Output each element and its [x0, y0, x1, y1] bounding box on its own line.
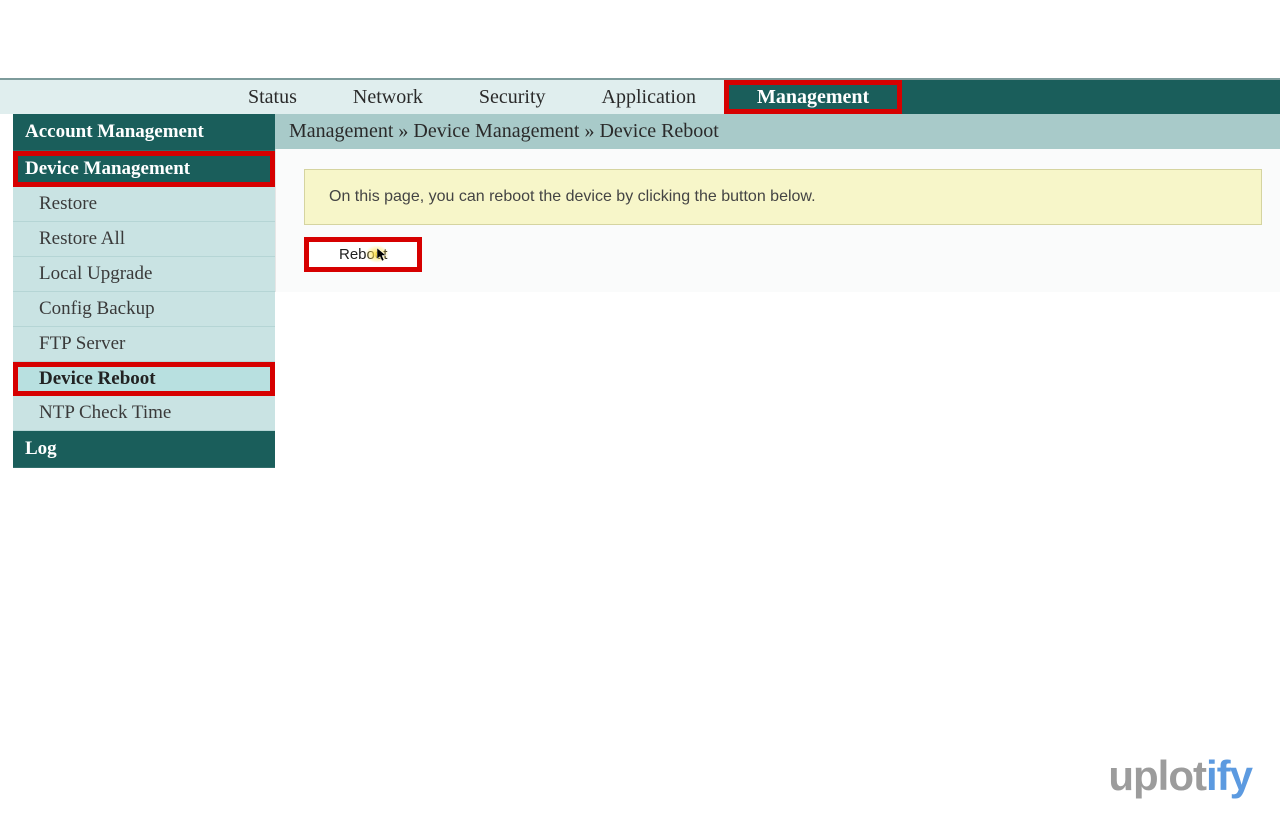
info-box: On this page, you can reboot the device … [304, 169, 1262, 225]
nav-tab-application[interactable]: Application [574, 80, 724, 114]
watermark-part-1: uplot [1108, 752, 1206, 799]
watermark-part-2: ify [1206, 752, 1252, 799]
nav-tab-management[interactable]: Management [724, 80, 902, 114]
breadcrumb-sep-2: » [579, 120, 599, 142]
sidebar-item-restore[interactable]: Restore [13, 187, 275, 222]
sidebar-item-local-upgrade[interactable]: Local Upgrade [13, 257, 275, 292]
nav-spacer [0, 80, 220, 114]
nav-tab-security[interactable]: Security [451, 80, 574, 114]
watermark: uplotify [1108, 752, 1252, 800]
sidebar-item-restore-all[interactable]: Restore All [13, 222, 275, 257]
sidebar-item-ftp-server[interactable]: FTP Server [13, 327, 275, 362]
sidebar-section-device-management[interactable]: Device Management [13, 151, 275, 187]
sidebar-section-account-management[interactable]: Account Management [13, 114, 275, 151]
body-container: Account Management Device Management Res… [0, 114, 1280, 468]
breadcrumb-part-2: Device Management [413, 120, 579, 142]
content-panel: On this page, you can reboot the device … [275, 149, 1280, 292]
reboot-button[interactable]: Reboot [304, 237, 422, 272]
top-blank-area [0, 0, 1280, 78]
breadcrumb-part-3: Device Reboot [599, 120, 718, 142]
reboot-button-label: Reboot [339, 246, 387, 263]
breadcrumb-part-1: Management [289, 120, 393, 142]
nav-tab-network[interactable]: Network [325, 80, 451, 114]
sidebar: Account Management Device Management Res… [0, 114, 275, 468]
content-area: Management » Device Management » Device … [275, 114, 1280, 468]
sidebar-section-log[interactable]: Log [13, 431, 275, 468]
breadcrumb: Management » Device Management » Device … [275, 114, 1280, 149]
main-nav-bar: Status Network Security Application Mana… [0, 78, 1280, 114]
nav-tab-status[interactable]: Status [220, 80, 325, 114]
sidebar-item-config-backup[interactable]: Config Backup [13, 292, 275, 327]
sidebar-item-device-reboot[interactable]: Device Reboot [13, 362, 275, 396]
breadcrumb-sep-1: » [393, 120, 413, 142]
nav-bar-tail [902, 80, 1280, 114]
sidebar-item-ntp-check-time[interactable]: NTP Check Time [13, 396, 275, 431]
